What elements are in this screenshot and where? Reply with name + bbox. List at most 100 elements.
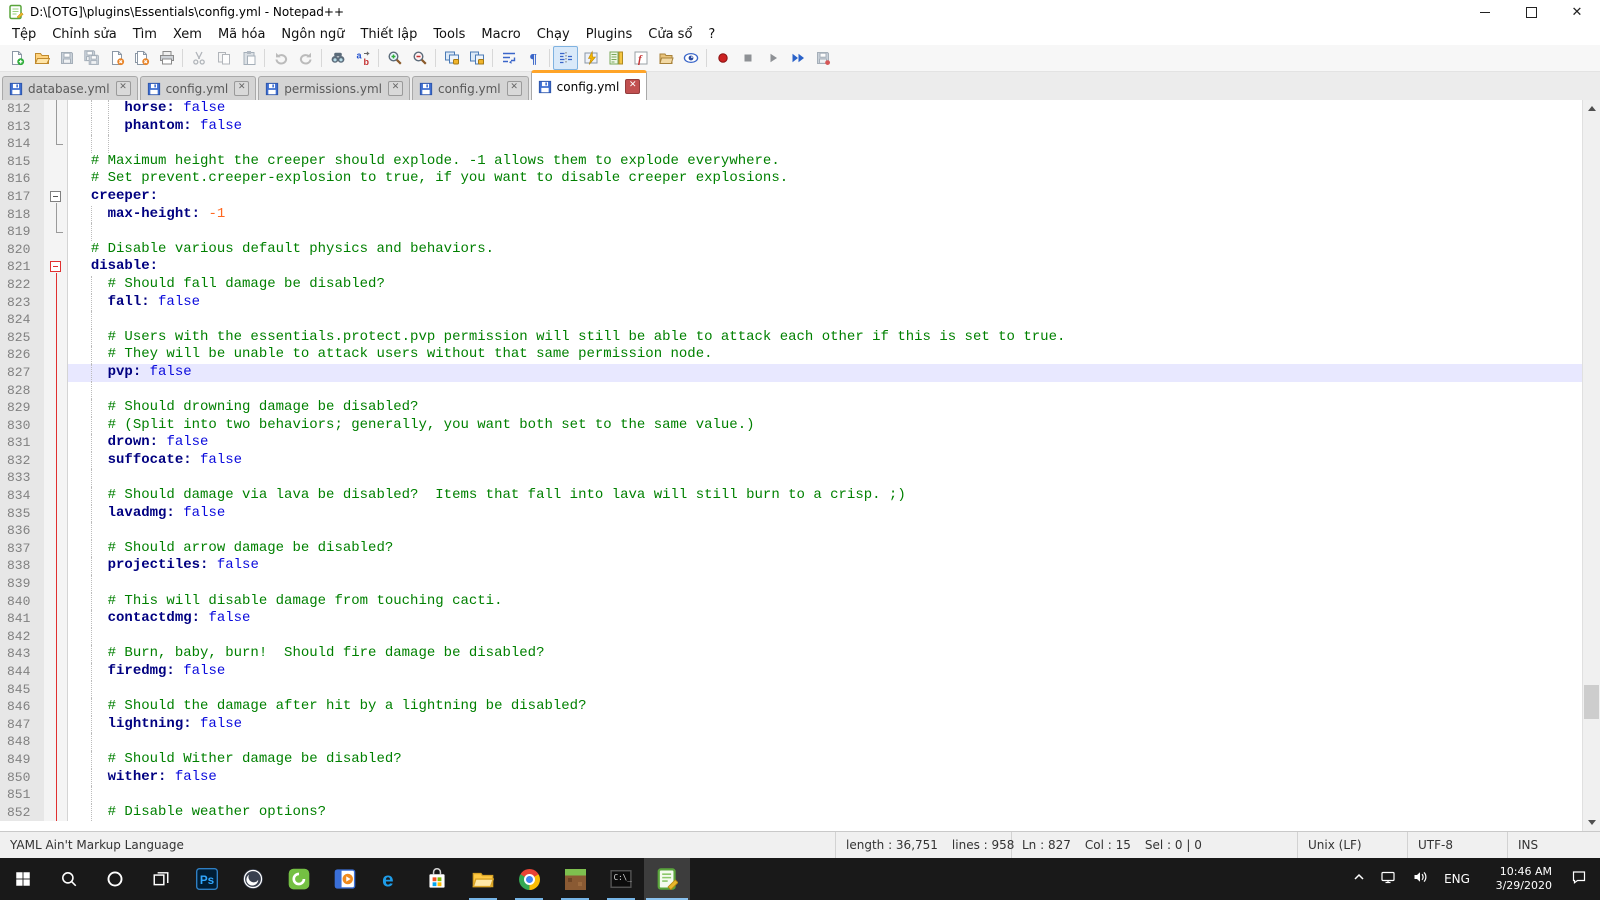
menu-item[interactable]: Thiết lập xyxy=(352,25,425,44)
save-button[interactable] xyxy=(54,46,79,70)
taskbar-file-explorer-button[interactable] xyxy=(460,858,506,900)
folder-as-workspace-button[interactable] xyxy=(653,46,678,70)
menu-item[interactable]: Chạy xyxy=(529,25,578,44)
code-line[interactable]: 836 xyxy=(0,522,1582,540)
menu-item[interactable]: ? xyxy=(700,25,723,44)
play-macro-button[interactable] xyxy=(760,46,785,70)
indent-guide-button[interactable] xyxy=(553,46,578,70)
scroll-up-arrow[interactable] xyxy=(1583,100,1600,117)
replace-button[interactable]: ab xyxy=(350,46,375,70)
taskbar-photoshop-button[interactable]: Ps xyxy=(184,858,230,900)
code-line[interactable]: 840 # This will disable damage from touc… xyxy=(0,592,1582,611)
scrollbar-thumb[interactable] xyxy=(1584,685,1599,719)
code-line[interactable]: 852 # Disable weather options? xyxy=(0,803,1582,822)
code-line[interactable]: 822 # Should fall damage be disabled? xyxy=(0,275,1582,294)
tab-config.yml[interactable]: config.yml ✕ xyxy=(139,76,257,100)
code-line[interactable]: 828 xyxy=(0,381,1582,400)
save-macro-button[interactable] xyxy=(810,46,835,70)
taskbar-edge-button[interactable]: e xyxy=(368,858,414,900)
document-map-button[interactable] xyxy=(603,46,628,70)
print-button[interactable] xyxy=(154,46,179,70)
code-line[interactable]: 842 xyxy=(0,627,1582,646)
code-line[interactable]: 837 # Should arrow damage be disabled? xyxy=(0,539,1582,558)
tab-permissions.yml[interactable]: permissions.yml ✕ xyxy=(258,76,410,100)
tab-close-icon[interactable]: ✕ xyxy=(115,81,131,96)
code-line[interactable]: 816 # Set prevent.creeper-explosion to t… xyxy=(0,170,1582,188)
code-line[interactable]: 829 # Should drowning damage be disabled… xyxy=(0,399,1582,417)
save-all-button[interactable] xyxy=(79,46,104,70)
taskbar-minecraft-button[interactable] xyxy=(552,858,598,900)
show-all-characters-button[interactable]: ¶ xyxy=(521,46,546,70)
code-line[interactable]: 823 fall: false xyxy=(0,293,1582,312)
taskbar-search-button[interactable] xyxy=(46,858,92,900)
menu-item[interactable]: Plugins xyxy=(578,25,641,44)
code-line[interactable]: 824 xyxy=(0,311,1582,329)
paste-button[interactable] xyxy=(236,46,261,70)
code-line[interactable]: 835 lavadmg: false xyxy=(0,504,1582,523)
taskbar-microsoft-store-button[interactable] xyxy=(414,858,460,900)
taskbar-cortana-button[interactable] xyxy=(92,858,138,900)
code-line[interactable]: 845 xyxy=(0,680,1582,699)
volume-tray-icon[interactable] xyxy=(1404,858,1436,900)
minimize-button[interactable] xyxy=(1462,0,1508,24)
code-line[interactable]: 833 xyxy=(0,469,1582,488)
menu-item[interactable]: Tools xyxy=(425,25,473,44)
taskbar-obs-studio-button[interactable] xyxy=(230,858,276,900)
code-line[interactable]: 834 # Should damage via lava be disabled… xyxy=(0,487,1582,505)
copy-button[interactable] xyxy=(211,46,236,70)
code-line[interactable]: 850 wither: false xyxy=(0,768,1582,787)
new-file-button[interactable] xyxy=(4,46,29,70)
sync-horizontal-button[interactable] xyxy=(464,46,489,70)
function-list-button[interactable]: f xyxy=(628,46,653,70)
undo-button[interactable] xyxy=(268,46,293,70)
code-line[interactable]: 848 xyxy=(0,733,1582,751)
code-line[interactable]: 820 # Disable various default physics an… xyxy=(0,240,1582,259)
tab-database.yml[interactable]: database.yml ✕ xyxy=(2,76,138,100)
code-line[interactable]: 851 xyxy=(0,786,1582,804)
close-file-button[interactable] xyxy=(104,46,129,70)
menu-item[interactable]: Ngôn ngữ xyxy=(273,25,352,44)
document-monitor-button[interactable] xyxy=(678,46,703,70)
clock[interactable]: 10:46 AM 3/29/2020 xyxy=(1478,858,1558,900)
taskbar-command-prompt-button[interactable]: C:\_ xyxy=(598,858,644,900)
menu-item[interactable]: Mã hóa xyxy=(210,25,273,44)
find-button[interactable] xyxy=(325,46,350,70)
tab-config.yml[interactable]: config.yml ✕ xyxy=(530,70,648,100)
code-line[interactable]: 838 projectiles: false xyxy=(0,557,1582,576)
stop-macro-button[interactable] xyxy=(735,46,760,70)
menu-item[interactable]: Macro xyxy=(473,25,528,44)
tab-close-icon[interactable]: ✕ xyxy=(387,81,403,96)
sync-vertical-button[interactable] xyxy=(439,46,464,70)
code-line[interactable]: 839 xyxy=(0,575,1582,593)
code-line[interactable]: 847 lightning: false xyxy=(0,715,1582,734)
code-line[interactable]: 830 # (Split into two behaviors; general… xyxy=(0,416,1582,435)
taskbar-video-player-button[interactable] xyxy=(322,858,368,900)
tab-close-icon[interactable]: ✕ xyxy=(506,81,522,96)
fold-margin[interactable] xyxy=(44,187,68,206)
tab-close-icon[interactable]: ✕ xyxy=(625,79,641,94)
language-indicator[interactable]: ENG xyxy=(1436,858,1478,900)
cut-button[interactable] xyxy=(186,46,211,70)
menu-item[interactable]: Chỉnh sửa xyxy=(44,25,125,44)
maximize-button[interactable] xyxy=(1508,0,1554,24)
tab-config.yml[interactable]: config.yml ✕ xyxy=(411,76,529,100)
run-macro-multiple-button[interactable] xyxy=(785,46,810,70)
fold-margin[interactable] xyxy=(44,258,68,276)
redo-button[interactable] xyxy=(293,46,318,70)
taskbar-task-view-button[interactable] xyxy=(138,858,184,900)
zoom-in-button[interactable] xyxy=(382,46,407,70)
menu-item[interactable]: Xem xyxy=(165,25,210,44)
network-tray-icon[interactable] xyxy=(1372,858,1404,900)
close-button[interactable]: ✕ xyxy=(1554,0,1600,24)
taskbar-camtasia-button[interactable] xyxy=(276,858,322,900)
code-editor[interactable]: 812 horse: false 813 phantom: false 814 815… xyxy=(0,100,1582,831)
code-line[interactable]: 818 max-height: -1 xyxy=(0,205,1582,224)
open-file-button[interactable] xyxy=(29,46,54,70)
code-line[interactable]: 813 phantom: false xyxy=(0,117,1582,136)
word-wrap-button[interactable] xyxy=(496,46,521,70)
close-all-button[interactable] xyxy=(129,46,154,70)
vertical-scrollbar[interactable] xyxy=(1582,100,1600,831)
taskbar-notepad-plus-plus-button[interactable] xyxy=(644,858,690,900)
record-macro-button[interactable] xyxy=(710,46,735,70)
code-line[interactable]: 827 pvp: false xyxy=(0,363,1582,382)
